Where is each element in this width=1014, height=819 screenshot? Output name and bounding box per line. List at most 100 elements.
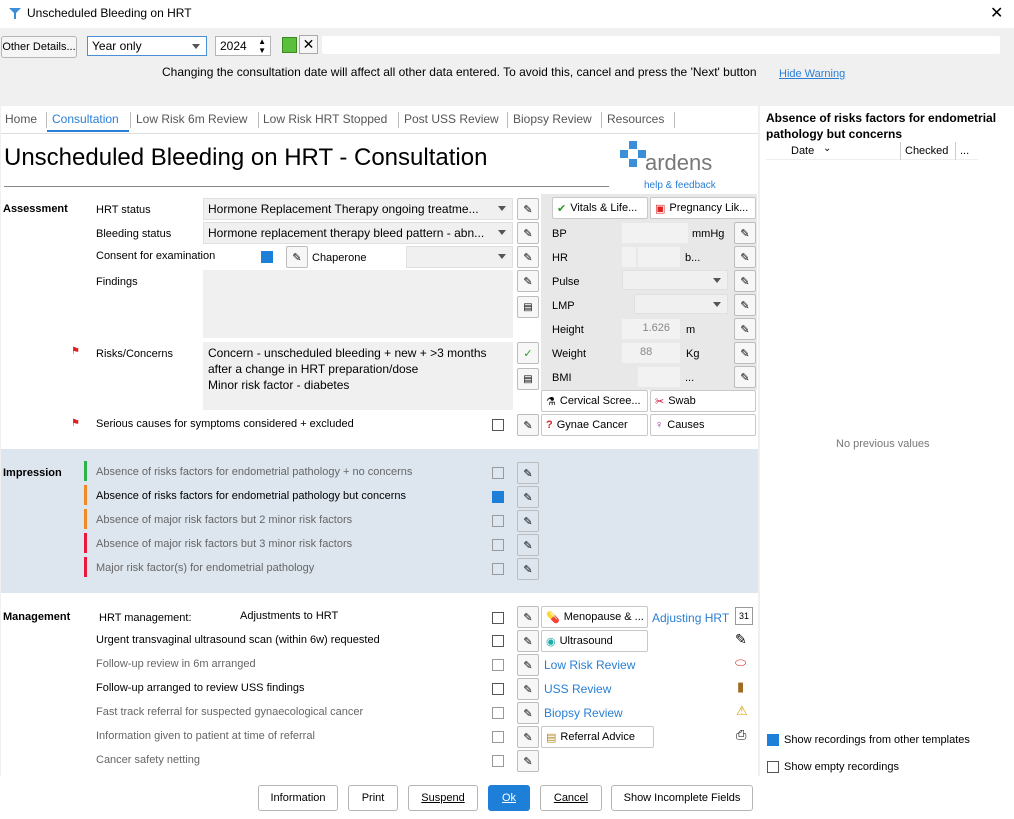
other-details-button[interactable]: Other Details... <box>1 36 77 58</box>
hide-warning-link[interactable]: Hide Warning <box>779 68 845 80</box>
edit-pencil-icon[interactable]: ✎ <box>734 366 756 388</box>
chaperone-dropdown[interactable] <box>406 246 513 268</box>
edit-pencil-icon[interactable]: ✎ <box>517 414 539 436</box>
menopause-button[interactable]: 💊 Menopause & ... <box>541 606 648 628</box>
tab-home[interactable]: Home <box>5 112 37 126</box>
hrt-management-checkbox[interactable] <box>492 612 504 624</box>
col-date[interactable]: Date <box>791 145 814 157</box>
add-note-icon[interactable]: ▤ <box>517 368 539 390</box>
cancel-button[interactable]: Cancel <box>540 785 602 811</box>
edit-pencil-icon[interactable]: ✎ <box>517 630 539 652</box>
edit-pencil-icon[interactable]: ✎ <box>734 294 756 316</box>
edit-pencil-icon[interactable]: ✎ <box>517 462 539 484</box>
edit-pencil-icon[interactable]: ✎ <box>517 726 539 748</box>
medicine-bottle-icon[interactable]: ▮ <box>737 679 744 695</box>
risks-textarea[interactable]: Concern - unscheduled bleeding + new + >… <box>203 342 513 410</box>
info-given-checkbox[interactable] <box>492 731 504 743</box>
show-incomplete-button[interactable]: Show Incomplete Fields <box>611 785 753 811</box>
uss-requested-checkbox[interactable] <box>492 635 504 647</box>
consent-checkbox[interactable] <box>261 251 273 263</box>
ok-button[interactable]: Ok <box>488 785 530 811</box>
edit-pencil-icon[interactable]: ✎ <box>517 534 539 556</box>
swab-button[interactable]: ✂ Swab <box>650 390 756 412</box>
followup-uss-checkbox[interactable] <box>492 683 504 695</box>
hr-field-a[interactable] <box>622 247 636 267</box>
edit-pencil-icon[interactable]: ✎ <box>517 606 539 628</box>
edit-pencil-icon[interactable]: ✎ <box>734 342 756 364</box>
chevron-down-icon[interactable]: ⌄ <box>823 143 831 154</box>
clear-icon[interactable]: ✕ <box>299 35 318 54</box>
note-edit-icon[interactable]: ✎ <box>735 631 747 648</box>
pulse-dropdown[interactable] <box>622 270 728 290</box>
edit-pencil-icon[interactable]: ✎ <box>517 654 539 676</box>
edit-pencil-icon[interactable]: ✎ <box>517 246 539 268</box>
print-icon[interactable]: ⎙ <box>736 727 746 743</box>
low-risk-review-link[interactable]: Low Risk Review <box>544 658 635 672</box>
serious-causes-checkbox[interactable] <box>492 419 504 431</box>
impression-checkbox[interactable] <box>492 515 504 527</box>
add-note-icon[interactable]: ▤ <box>517 296 539 318</box>
flag-icon[interactable] <box>282 37 297 53</box>
edit-pencil-icon[interactable]: ✎ <box>517 558 539 580</box>
edit-pencil-icon[interactable]: ✎ <box>734 222 756 244</box>
show-empty-checkbox[interactable] <box>767 761 779 773</box>
tab-consultation[interactable]: Consultation <box>52 112 119 126</box>
tab-low-risk-stopped[interactable]: Low Risk HRT Stopped <box>263 112 387 126</box>
pill-icon[interactable]: ⬭ <box>735 655 746 671</box>
tab-post-uss[interactable]: Post USS Review <box>404 112 499 126</box>
stepper-arrows-icon[interactable]: ▲ ▼ <box>258 37 266 55</box>
show-other-templates-checkbox[interactable] <box>767 734 779 746</box>
suspend-button[interactable]: Suspend <box>408 785 478 811</box>
edit-pencil-icon[interactable]: ✎ <box>734 318 756 340</box>
lmp-dropdown[interactable] <box>634 294 728 314</box>
impression-checkbox[interactable] <box>492 467 504 479</box>
edit-pencil-icon[interactable]: ✎ <box>517 198 539 220</box>
causes-button[interactable]: ♀ Causes <box>650 414 756 436</box>
cervical-screening-button[interactable]: ⚗ Cervical Scree... <box>541 390 648 412</box>
tab-biopsy[interactable]: Biopsy Review <box>513 112 592 126</box>
fast-track-checkbox[interactable] <box>492 707 504 719</box>
edit-pencil-icon[interactable]: ✎ <box>517 702 539 724</box>
tab-resources[interactable]: Resources <box>607 112 664 126</box>
edit-check-icon[interactable]: ✓ <box>517 342 539 364</box>
pregnancy-button[interactable]: ▣ Pregnancy Lik... <box>650 197 756 219</box>
period-select[interactable]: Year only <box>87 36 207 56</box>
bleeding-status-dropdown[interactable]: Hormone replacement therapy bleed patter… <box>203 222 513 244</box>
col-more[interactable]: ... <box>960 145 969 157</box>
adjusting-hrt-link[interactable]: Adjusting HRT <box>652 611 729 625</box>
edit-pencil-icon[interactable]: ✎ <box>734 246 756 268</box>
uss-review-link[interactable]: USS Review <box>544 682 611 696</box>
bp-field[interactable] <box>622 223 688 243</box>
edit-pencil-icon[interactable]: ✎ <box>286 246 308 268</box>
edit-pencil-icon[interactable]: ✎ <box>517 678 539 700</box>
hr-field-b[interactable] <box>638 247 680 267</box>
year-stepper[interactable]: 2024 ▲ ▼ <box>215 36 271 56</box>
followup-6m-checkbox[interactable] <box>492 659 504 671</box>
edit-pencil-icon[interactable]: ✎ <box>517 222 539 244</box>
information-button[interactable]: Information <box>258 785 338 811</box>
edit-pencil-icon[interactable]: ✎ <box>517 270 539 292</box>
impression-checkbox[interactable] <box>492 563 504 575</box>
gynae-cancer-button[interactable]: ? Gynae Cancer <box>541 414 648 436</box>
col-checked[interactable]: Checked <box>905 145 948 157</box>
impression-checkbox[interactable] <box>492 491 504 503</box>
height-field[interactable]: 1.626 <box>622 319 680 339</box>
referral-advice-button[interactable]: ▤ Referral Advice <box>541 726 654 748</box>
edit-pencil-icon[interactable]: ✎ <box>517 486 539 508</box>
help-feedback-link[interactable]: help & feedback <box>644 180 716 191</box>
bmi-field[interactable] <box>638 367 680 387</box>
safety-netting-checkbox[interactable] <box>492 755 504 767</box>
close-icon[interactable]: ✕ <box>990 3 1003 23</box>
biopsy-review-link[interactable]: Biopsy Review <box>544 706 623 720</box>
ardens-logo[interactable]: ardens help & feedback <box>619 138 729 191</box>
edit-pencil-icon[interactable]: ✎ <box>517 750 539 772</box>
findings-textarea[interactable] <box>203 270 513 338</box>
weight-field[interactable]: 88 <box>622 343 680 363</box>
calendar-icon[interactable]: 31 <box>735 607 753 625</box>
vitals-button[interactable]: ✔ Vitals & Life... <box>552 197 648 219</box>
hrt-status-dropdown[interactable]: Hormone Replacement Therapy ongoing trea… <box>203 198 513 220</box>
print-button[interactable]: Print <box>348 785 398 811</box>
ultrasound-button[interactable]: ◉ Ultrasound <box>541 630 648 652</box>
date-text-field[interactable] <box>322 36 1000 54</box>
impression-checkbox[interactable] <box>492 539 504 551</box>
